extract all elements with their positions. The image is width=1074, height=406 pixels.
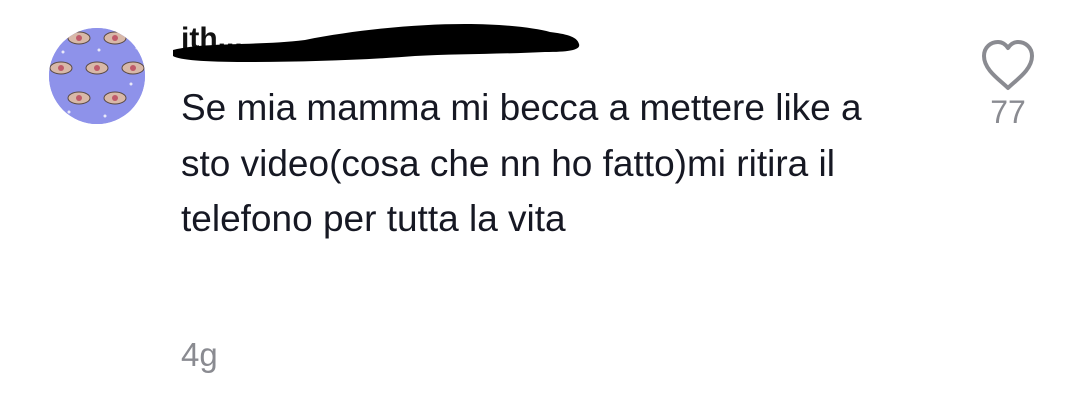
avatar[interactable]	[49, 28, 145, 124]
like-count: 77	[990, 94, 1026, 130]
comment-text: Se mia mamma mi becca a mettere like a s…	[181, 87, 862, 239]
comment-timestamp: 4g	[181, 336, 218, 373]
comment-item: ith... Se mia mamma mi becca a mettere l…	[0, 0, 1074, 406]
avatar-image	[49, 28, 145, 124]
like-button[interactable]	[978, 38, 1038, 92]
username-redaction	[173, 24, 580, 62]
heart-outline-icon	[982, 40, 1034, 90]
